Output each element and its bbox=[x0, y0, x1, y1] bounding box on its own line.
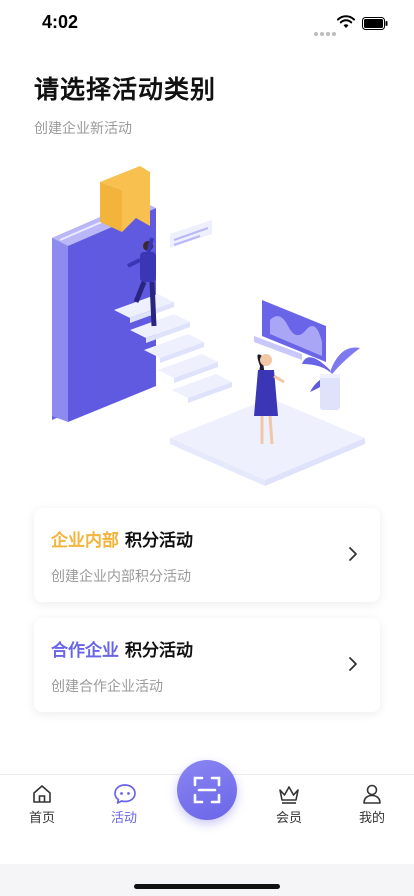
tab-activity[interactable]: 活动 bbox=[94, 775, 154, 835]
chevron-right-icon bbox=[349, 657, 357, 671]
chevron-right-icon bbox=[349, 547, 357, 561]
page-subtitle: 创建企业新活动 bbox=[34, 121, 132, 137]
status-bar: 4:02 bbox=[0, 0, 414, 48]
tab-home[interactable]: 首页 bbox=[12, 775, 72, 835]
signal-icon bbox=[314, 21, 338, 40]
tab-mine[interactable]: 我的 bbox=[342, 775, 402, 835]
person-icon bbox=[363, 784, 381, 804]
internal-points-activity-card[interactable]: 企业内部 积分活动 创建企业内部积分活动 bbox=[34, 508, 380, 602]
card-title: 企业内部 积分活动 bbox=[51, 526, 193, 551]
card-title-text: 积分活动 bbox=[125, 641, 193, 661]
hero-illustration bbox=[52, 166, 365, 486]
tab-label: 我的 bbox=[358, 811, 385, 826]
card-title-text: 积分活动 bbox=[125, 531, 193, 551]
tab-label: 首页 bbox=[28, 811, 55, 826]
card-description: 创建企业内部积分活动 bbox=[51, 569, 191, 585]
card-title: 合作企业 积分活动 bbox=[51, 636, 193, 661]
tab-label: 会员 bbox=[275, 811, 302, 826]
crown-icon bbox=[279, 786, 299, 804]
card-description: 创建合作企业活动 bbox=[51, 679, 163, 695]
wifi-icon bbox=[337, 15, 355, 28]
page-title: 请选择活动类别 bbox=[34, 75, 217, 104]
tab-label: 活动 bbox=[110, 811, 137, 826]
card-title-accent: 合作企业 bbox=[51, 641, 119, 661]
status-time: 4:02 bbox=[42, 12, 79, 32]
partner-points-activity-card[interactable]: 合作企业 积分活动 创建合作企业活动 bbox=[34, 618, 380, 712]
card-title-accent: 企业内部 bbox=[51, 531, 119, 551]
battery-icon bbox=[362, 17, 388, 30]
bottom-safe-area bbox=[0, 864, 414, 896]
scan-button[interactable] bbox=[177, 760, 237, 820]
home-icon bbox=[33, 785, 51, 803]
scan-icon bbox=[193, 776, 221, 804]
home-indicator[interactable] bbox=[134, 884, 280, 889]
chat-bubble-icon bbox=[114, 784, 136, 804]
tab-member[interactable]: 会员 bbox=[259, 775, 319, 835]
